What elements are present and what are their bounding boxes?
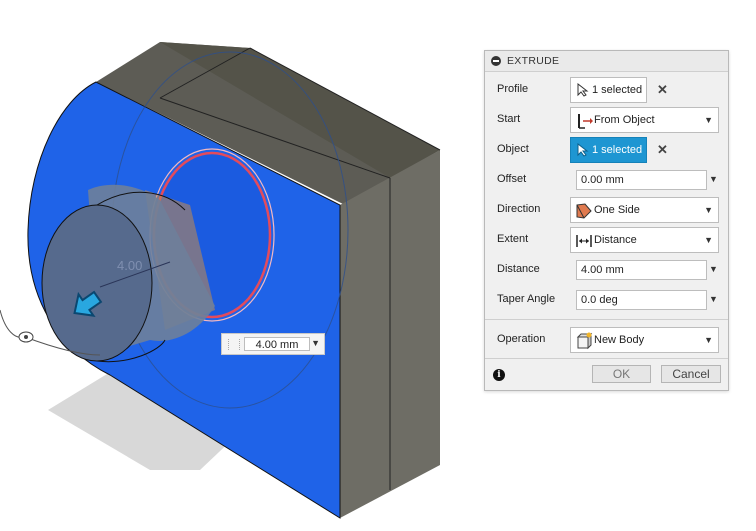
extrude-preview-end-face bbox=[41, 204, 153, 362]
direction-dropdown[interactable]: One Side ▼ bbox=[570, 197, 719, 223]
chevron-down-icon[interactable]: ▼ bbox=[311, 338, 320, 348]
chevron-down-icon: ▼ bbox=[704, 335, 713, 345]
distance-arrows-icon bbox=[576, 235, 592, 247]
drag-grip-icon[interactable] bbox=[228, 339, 240, 350]
distance-label: Distance bbox=[497, 263, 540, 275]
object-selection-button[interactable]: 1 selected bbox=[570, 137, 647, 163]
offset-value: 0.00 mm bbox=[581, 174, 624, 186]
collapse-icon[interactable] bbox=[491, 56, 501, 66]
extrude-dialog: EXTRUDE Profile 1 selected ✕ Start From … bbox=[484, 50, 729, 391]
extent-row: Extent Distance ▼ bbox=[485, 227, 728, 253]
clear-object-icon[interactable]: ✕ bbox=[657, 142, 668, 158]
profile-row: Profile 1 selected ✕ bbox=[485, 77, 728, 103]
offset-row: Offset 0.00 mm ▼ bbox=[485, 167, 728, 193]
object-value: 1 selected bbox=[592, 144, 643, 156]
direction-row: Direction One Side ▼ bbox=[485, 197, 728, 223]
chevron-down-icon: ▼ bbox=[704, 235, 713, 245]
info-icon[interactable]: i bbox=[493, 369, 505, 381]
chevron-down-icon: ▼ bbox=[704, 205, 713, 215]
distance-value: 4.00 mm bbox=[581, 264, 624, 276]
start-row: Start From Object ▼ bbox=[485, 107, 728, 133]
one-side-icon bbox=[576, 203, 592, 219]
offset-label: Offset bbox=[497, 173, 527, 185]
offset-input[interactable]: 0.00 mm bbox=[576, 170, 707, 190]
profile-selection-button[interactable]: 1 selected bbox=[570, 77, 647, 103]
clear-profile-icon[interactable]: ✕ bbox=[657, 82, 668, 98]
chevron-down-icon[interactable]: ▼ bbox=[709, 264, 718, 274]
footer-divider bbox=[485, 358, 728, 359]
direction-value: One Side bbox=[594, 204, 640, 216]
chevron-down-icon[interactable]: ▼ bbox=[709, 174, 718, 184]
cancel-button[interactable]: Cancel bbox=[661, 365, 721, 383]
distance-row: Distance 4.00 mm ▼ bbox=[485, 257, 728, 283]
extent-dropdown[interactable]: Distance ▼ bbox=[570, 227, 719, 253]
taper-angle-label: Taper Angle bbox=[497, 293, 556, 305]
dimension-label: 4.00 bbox=[117, 258, 143, 273]
chevron-down-icon: ▼ bbox=[704, 115, 713, 125]
distance-float-input[interactable]: 4.00 mm ▼ bbox=[221, 333, 325, 355]
operation-dropdown[interactable]: New Body ▼ bbox=[570, 327, 719, 353]
object-row: Object 1 selected ✕ bbox=[485, 137, 728, 163]
distance-input[interactable]: 4.00 mm bbox=[576, 260, 707, 280]
taper-angle-row: Taper Angle 0.0 deg ▼ bbox=[485, 287, 728, 313]
new-body-icon bbox=[576, 332, 593, 350]
operation-label: Operation bbox=[497, 333, 546, 345]
direction-label: Direction bbox=[497, 203, 541, 215]
operation-row: Operation New Body ▼ bbox=[485, 327, 728, 353]
taper-angle-value: 0.0 deg bbox=[581, 294, 618, 306]
start-value: From Object bbox=[594, 114, 655, 126]
dialog-header: EXTRUDE bbox=[485, 51, 728, 72]
cursor-arrow-icon bbox=[577, 83, 589, 97]
profile-label: Profile bbox=[497, 83, 529, 95]
distance-float-value[interactable]: 4.00 mm bbox=[244, 337, 310, 351]
start-label: Start bbox=[497, 113, 521, 125]
cursor-arrow-icon bbox=[577, 143, 589, 157]
start-dropdown[interactable]: From Object ▼ bbox=[570, 107, 719, 133]
taper-angle-input[interactable]: 0.0 deg bbox=[576, 290, 707, 310]
ok-button[interactable]: OK bbox=[592, 365, 651, 383]
dialog-title: EXTRUDE bbox=[507, 55, 560, 67]
operation-value: New Body bbox=[594, 334, 645, 346]
profile-value: 1 selected bbox=[592, 84, 643, 96]
from-object-icon bbox=[578, 114, 593, 129]
extent-label: Extent bbox=[497, 233, 529, 245]
chevron-down-icon[interactable]: ▼ bbox=[709, 294, 718, 304]
section-divider bbox=[485, 319, 728, 320]
object-label: Object bbox=[497, 143, 529, 155]
extent-value: Distance bbox=[594, 234, 637, 246]
